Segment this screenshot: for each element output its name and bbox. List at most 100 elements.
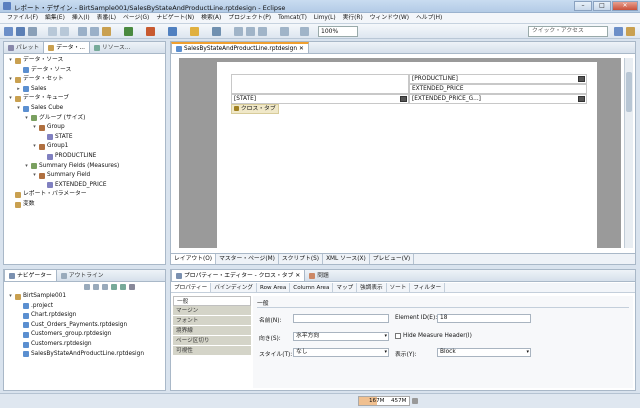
data-tree-item[interactable]: ▾ Summary Field: [32, 171, 90, 180]
cell-menu-icon[interactable]: [578, 96, 585, 102]
hide-measure-header-option[interactable]: Hide Measure Header(I): [395, 333, 472, 339]
direction-select[interactable]: 水平方向: [293, 332, 389, 341]
menu-project[interactable]: プロジェクト(P): [225, 13, 274, 23]
expand-toggle-icon[interactable]: ▾: [8, 56, 13, 65]
tab-preview[interactable]: プレビュー(V): [370, 254, 415, 264]
data-tree-item[interactable]: PRODUCTLINE: [40, 152, 96, 161]
debug-icon[interactable]: [146, 27, 155, 36]
data-tree-item[interactable]: ▸ Sales: [16, 85, 46, 94]
menu-insert[interactable]: 挿入(I): [69, 13, 93, 23]
subtab-map[interactable]: マップ: [333, 283, 358, 292]
menu-page[interactable]: ページ(G): [120, 13, 152, 23]
extended-price-data-cell[interactable]: [EXTENDED_PRICE_G...]: [409, 94, 587, 104]
subtab-binding[interactable]: バインディング: [211, 283, 257, 292]
crosstab-corner-cell[interactable]: [231, 74, 409, 94]
save-icon[interactable]: [16, 27, 25, 36]
tab-script[interactable]: スクリプト(S): [279, 254, 324, 264]
navigator-tree-item[interactable]: Chart.rptdesign: [16, 311, 76, 320]
tab-report-file[interactable]: SalesByStateAndProductLine.rptdesign ✕: [171, 42, 309, 53]
align-right-icon[interactable]: [258, 27, 267, 36]
cell-menu-icon[interactable]: [578, 76, 585, 82]
data-tree-item[interactable]: ▾ データ・キューブ: [8, 94, 69, 103]
category-page-break[interactable]: ページ区切り: [173, 336, 251, 346]
tab-data-explorer[interactable]: データ・...: [43, 42, 90, 53]
navigator-tree-item[interactable]: ▾ BirtSample001: [8, 292, 66, 301]
menu-limy[interactable]: Limy(L): [311, 13, 339, 23]
menu-edit[interactable]: 編集(E): [42, 13, 68, 23]
menu-tomcat[interactable]: Tomcat(T): [275, 13, 310, 23]
report-design-perspective-icon[interactable]: [626, 27, 635, 36]
back-icon[interactable]: [84, 284, 90, 290]
cell-menu-icon[interactable]: [400, 96, 407, 102]
navigator-tree-item[interactable]: SalesByStateAndProductLine.rptdesign: [16, 350, 144, 359]
expand-toggle-icon[interactable]: ▾: [24, 162, 29, 171]
vertical-scrollbar[interactable]: [624, 58, 633, 248]
category-general[interactable]: 一般: [173, 296, 251, 306]
data-tree-item[interactable]: EXTENDED_PRICE: [40, 181, 107, 190]
data-tree-item[interactable]: ▾ Group1: [32, 142, 68, 151]
up-icon[interactable]: [102, 284, 108, 290]
minimize-button[interactable]: –: [574, 1, 592, 11]
data-tree-item[interactable]: レポート・パラメーター: [8, 190, 87, 199]
data-tree-item[interactable]: ▾ データ・ソース: [8, 56, 63, 65]
navigator-tree-item[interactable]: Customers.rptdesign: [16, 340, 92, 349]
tab-outline[interactable]: アウトライン: [57, 270, 108, 281]
data-tree-item[interactable]: ▾ Summary Fields (Measures): [24, 162, 119, 171]
tab-navigator[interactable]: ナビゲーター: [4, 270, 57, 281]
menu-file[interactable]: ファイル(F): [4, 13, 41, 23]
crosstab-label-tab[interactable]: クロス・タブ: [231, 104, 279, 114]
cut-icon[interactable]: [78, 27, 87, 36]
display-select[interactable]: Block: [437, 348, 531, 357]
collapse-all-icon[interactable]: [111, 284, 117, 290]
subtab-sort[interactable]: ソート: [387, 283, 411, 292]
hide-measure-checkbox[interactable]: [395, 333, 401, 339]
category-visibility[interactable]: 可視性: [173, 346, 251, 356]
scroll-thumb[interactable]: [626, 72, 632, 112]
expand-toggle-icon[interactable]: ▾: [16, 104, 21, 113]
menu-help[interactable]: ヘルプ(H): [413, 13, 445, 23]
tab-layout[interactable]: レイアウト(O): [171, 254, 217, 264]
data-tree-item[interactable]: STATE: [40, 133, 73, 142]
close-button[interactable]: ✕: [612, 1, 638, 11]
state-cell[interactable]: [STATE]: [231, 94, 409, 104]
view-menu-icon[interactable]: [129, 284, 135, 290]
tab-xml-source[interactable]: XML ソース(X): [323, 254, 370, 264]
navigator-tree-item[interactable]: Cust_Orders_Payments.rptdesign: [16, 321, 127, 330]
expand-toggle-icon[interactable]: ▾: [8, 94, 13, 103]
copy-icon[interactable]: [90, 27, 99, 36]
subtab-row-area[interactable]: Row Area: [257, 283, 291, 292]
subtab-filter[interactable]: フィルター: [410, 283, 446, 292]
category-font[interactable]: フォント: [173, 316, 251, 326]
run-icon[interactable]: [124, 27, 133, 36]
expand-toggle-icon[interactable]: ▾: [32, 142, 37, 151]
new-icon[interactable]: [4, 27, 13, 36]
navigator-tree-item[interactable]: .project: [16, 302, 53, 311]
open-folder-icon[interactable]: [190, 27, 199, 36]
expand-toggle-icon[interactable]: ▾: [24, 114, 29, 123]
menu-search[interactable]: 検索(A): [198, 13, 224, 23]
paste-icon[interactable]: [102, 27, 111, 36]
tab-palette[interactable]: パレット: [4, 42, 43, 53]
tab-resources[interactable]: リソース...: [90, 42, 134, 53]
data-tree-item[interactable]: ▾ Group: [32, 123, 65, 132]
expand-toggle-icon[interactable]: ▾: [32, 123, 37, 132]
search-icon[interactable]: [212, 27, 221, 36]
category-border[interactable]: 境界線: [173, 326, 251, 336]
forward-icon[interactable]: [93, 284, 99, 290]
distribute-icon[interactable]: [280, 27, 289, 36]
menu-run[interactable]: 実行(R): [340, 13, 366, 23]
maximize-button[interactable]: □: [593, 1, 611, 11]
name-input[interactable]: [293, 314, 389, 323]
data-tree-item[interactable]: ▾ データ・セット: [8, 75, 64, 84]
style-select[interactable]: なし: [293, 348, 389, 357]
link-editor-icon[interactable]: [120, 284, 126, 290]
save-all-icon[interactable]: [28, 27, 37, 36]
perspective-icon[interactable]: [614, 27, 623, 36]
undo-icon[interactable]: [48, 27, 57, 36]
data-tree-item[interactable]: 変数: [8, 200, 35, 209]
crosstab-element[interactable]: [PRODUCTLINE] EXTENDED_PRICE [STATE] [EX…: [231, 74, 587, 116]
zoom-select[interactable]: 100%: [318, 26, 358, 37]
quick-access-input[interactable]: クイック・アクセス: [528, 26, 608, 37]
expand-toggle-icon[interactable]: ▾: [8, 292, 13, 301]
subtab-highlight[interactable]: 強調表示: [357, 283, 387, 292]
